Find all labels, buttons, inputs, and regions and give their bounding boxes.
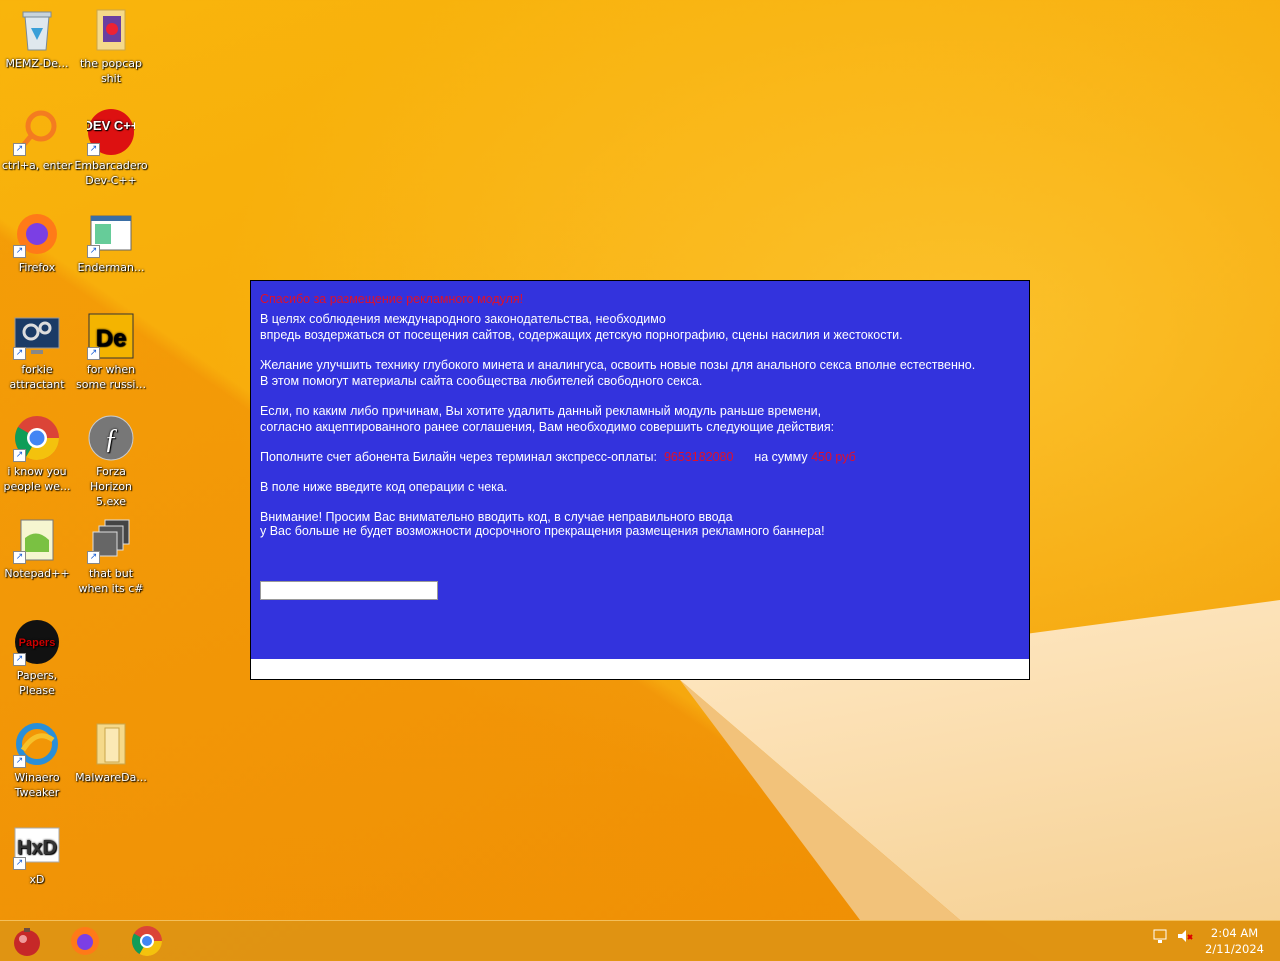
desktop-icon-label: for when some russi... [76,363,146,391]
desktop-icon-notepadpp[interactable]: ↗ Notepad++ [0,516,74,581]
payment-prefix: Пополните счет абонента Билайн через тер… [260,450,657,464]
operation-code-input[interactable] [260,581,438,600]
shortcut-arrow-icon: ↗ [13,857,26,870]
folder-icon [87,6,135,54]
shortcut-arrow-icon: ↗ [87,347,100,360]
desktop-icon-csharp[interactable]: ↗ that but when its c# [74,516,148,596]
papers-please-icon: Papers ↗ [13,618,61,666]
flash-icon: ƒ [87,414,135,462]
window-icon: ↗ [87,210,135,258]
desktop-icon-label: MEMZ-De... [5,57,69,70]
shortcut-arrow-icon: ↗ [13,551,26,564]
shortcut-arrow-icon: ↗ [87,245,100,258]
de-icon-text: De [96,325,127,352]
shortcut-arrow-icon: ↗ [13,755,26,768]
clock-time: 2:04 AM [1210,926,1259,940]
desktop-icon-ctrl-a-enter[interactable]: ↗ ctrl+a, enter [0,108,74,173]
shortcut-arrow-icon: ↗ [13,653,26,666]
desktop-icon-label: Firefox [18,261,56,274]
desktop-icon-label: Enderman... [77,261,145,274]
folder-icon [87,720,135,768]
banner-text-line: Желание улучшить технику глубокого минет… [260,358,976,372]
gears-monitor-icon: ↗ [13,312,61,360]
desktop-icon-label: forkie attractant [9,363,65,391]
desktop-icon-russi[interactable]: De ↗ for when some russi... [74,312,148,392]
clock-date: 2/11/2024 [1205,942,1264,956]
network-icon[interactable] [1152,927,1170,948]
desktop-icon-label: Forza Horizon 5.exe [89,465,133,508]
desktop-icon-malwareda[interactable]: MalwareDa... [74,720,148,785]
desktop-icon-chrome[interactable]: ↗ i know you people we... [0,414,74,494]
hxd-icon: HxD ↗ [13,822,61,870]
system-clock[interactable]: 2:04 AM 2/11/2024 [1205,925,1264,957]
firefox-icon [71,927,99,955]
desktop-icon-enderman[interactable]: ↗ Enderman... [74,210,148,275]
desktop-icon-label: Notepad++ [4,567,70,580]
desktop-icon-label: i know you people we... [3,465,71,493]
shortcut-arrow-icon: ↗ [13,449,26,462]
desktop-icon-label: the popcap shit [79,57,142,85]
banner-text-line: В поле ниже введите код операции с чека. [260,480,508,494]
devcpp-icon-text: DEV C++ [87,118,135,133]
desktop-icon-firefox[interactable]: ↗ Firefox [0,210,74,275]
desktop-icon-papers-please[interactable]: Papers ↗ Papers, Please [0,618,74,698]
start-button[interactable] [2,923,52,959]
desktop-icon-winaero[interactable]: ↗ Winaero Tweaker [0,720,74,800]
taskbar: 2:04 AM 2/11/2024 [0,920,1280,961]
desktop-icon-label: Winaero Tweaker [14,771,60,799]
desktop-icon-label: Papers, Please [16,669,58,697]
payment-amount-label: на сумму [754,450,808,464]
shortcut-arrow-icon: ↗ [13,143,26,156]
payment-amount: 450 руб [811,450,856,464]
desktop-icon-memz[interactable]: MEMZ-De... [0,6,74,71]
firefox-icon: ↗ [13,210,61,258]
notepadpp-icon: ↗ [13,516,61,564]
chrome-icon: ↗ [13,414,61,462]
desktop-icon-xd[interactable]: HxD ↗ xD [0,822,74,887]
desktop-icon-popcap[interactable]: the popcap shit [74,6,148,86]
desktop-icon-label: MalwareDa... [75,771,147,784]
stacked-windows-icon: ↗ [87,516,135,564]
taskbar-firefox[interactable] [60,923,110,959]
hxd-icon-text: HxD [17,837,57,859]
volume-muted-icon[interactable] [1176,927,1194,948]
banner-text-line: Если, по каким либо причинам, Вы хотите … [260,404,822,418]
phone-number: 9653182080 [663,450,734,464]
chrome-icon [131,926,162,957]
magnifier-icon: ↗ [13,108,61,156]
ransom-banner-window: Спасибо за размещение рекламного модуля!… [250,280,1030,680]
devcpp-icon: DEV C++ ↗ [84,108,139,156]
taskbar-chrome[interactable] [122,923,172,959]
desktop-icon-devcpp[interactable]: DEV C++ ↗ Embarcadero Dev-C++ [74,108,148,188]
desktop-icon-label: Embarcadero Dev-C++ [74,159,148,187]
shortcut-arrow-icon: ↗ [13,347,26,360]
start-orb-icon [14,928,40,956]
desktop-icon-forkie[interactable]: ↗ forkie attractant [0,312,74,392]
banner-text-line: впредь воздержаться от посещения сайтов,… [260,328,903,342]
recycle-bin-icon [13,6,61,54]
shortcut-arrow-icon: ↗ [87,551,100,564]
winaero-icon: ↗ [13,720,61,768]
payment-instruction: Пополните счет абонента Билайн через тер… [260,449,856,465]
shortcut-arrow-icon: ↗ [87,143,100,156]
desktop-icon-forza[interactable]: ƒ Forza Horizon 5.exe [74,414,148,509]
desktop-icon-label: xD [29,873,45,886]
desktop-icon-label: ctrl+a, enter [1,159,73,172]
banner-title: Спасибо за размещение рекламного модуля! [260,292,524,306]
banner-text-line: у Вас больше не будет возможности досроч… [260,524,825,538]
svg-text:ƒ: ƒ [104,424,118,455]
banner-text-line: В этом помогут материалы сайта сообществ… [260,374,703,388]
shortcut-arrow-icon: ↗ [13,245,26,258]
banner-body: Спасибо за размещение рекламного модуля!… [251,281,1029,659]
banner-text-line: В целях соблюдения международного законо… [260,312,666,326]
de-icon: De ↗ [87,312,135,360]
desktop-icon-label: that but when its c# [78,567,144,595]
papers-icon-text: Papers [19,637,56,649]
banner-text-line: согласно акцептированного ранее соглашен… [260,420,835,434]
